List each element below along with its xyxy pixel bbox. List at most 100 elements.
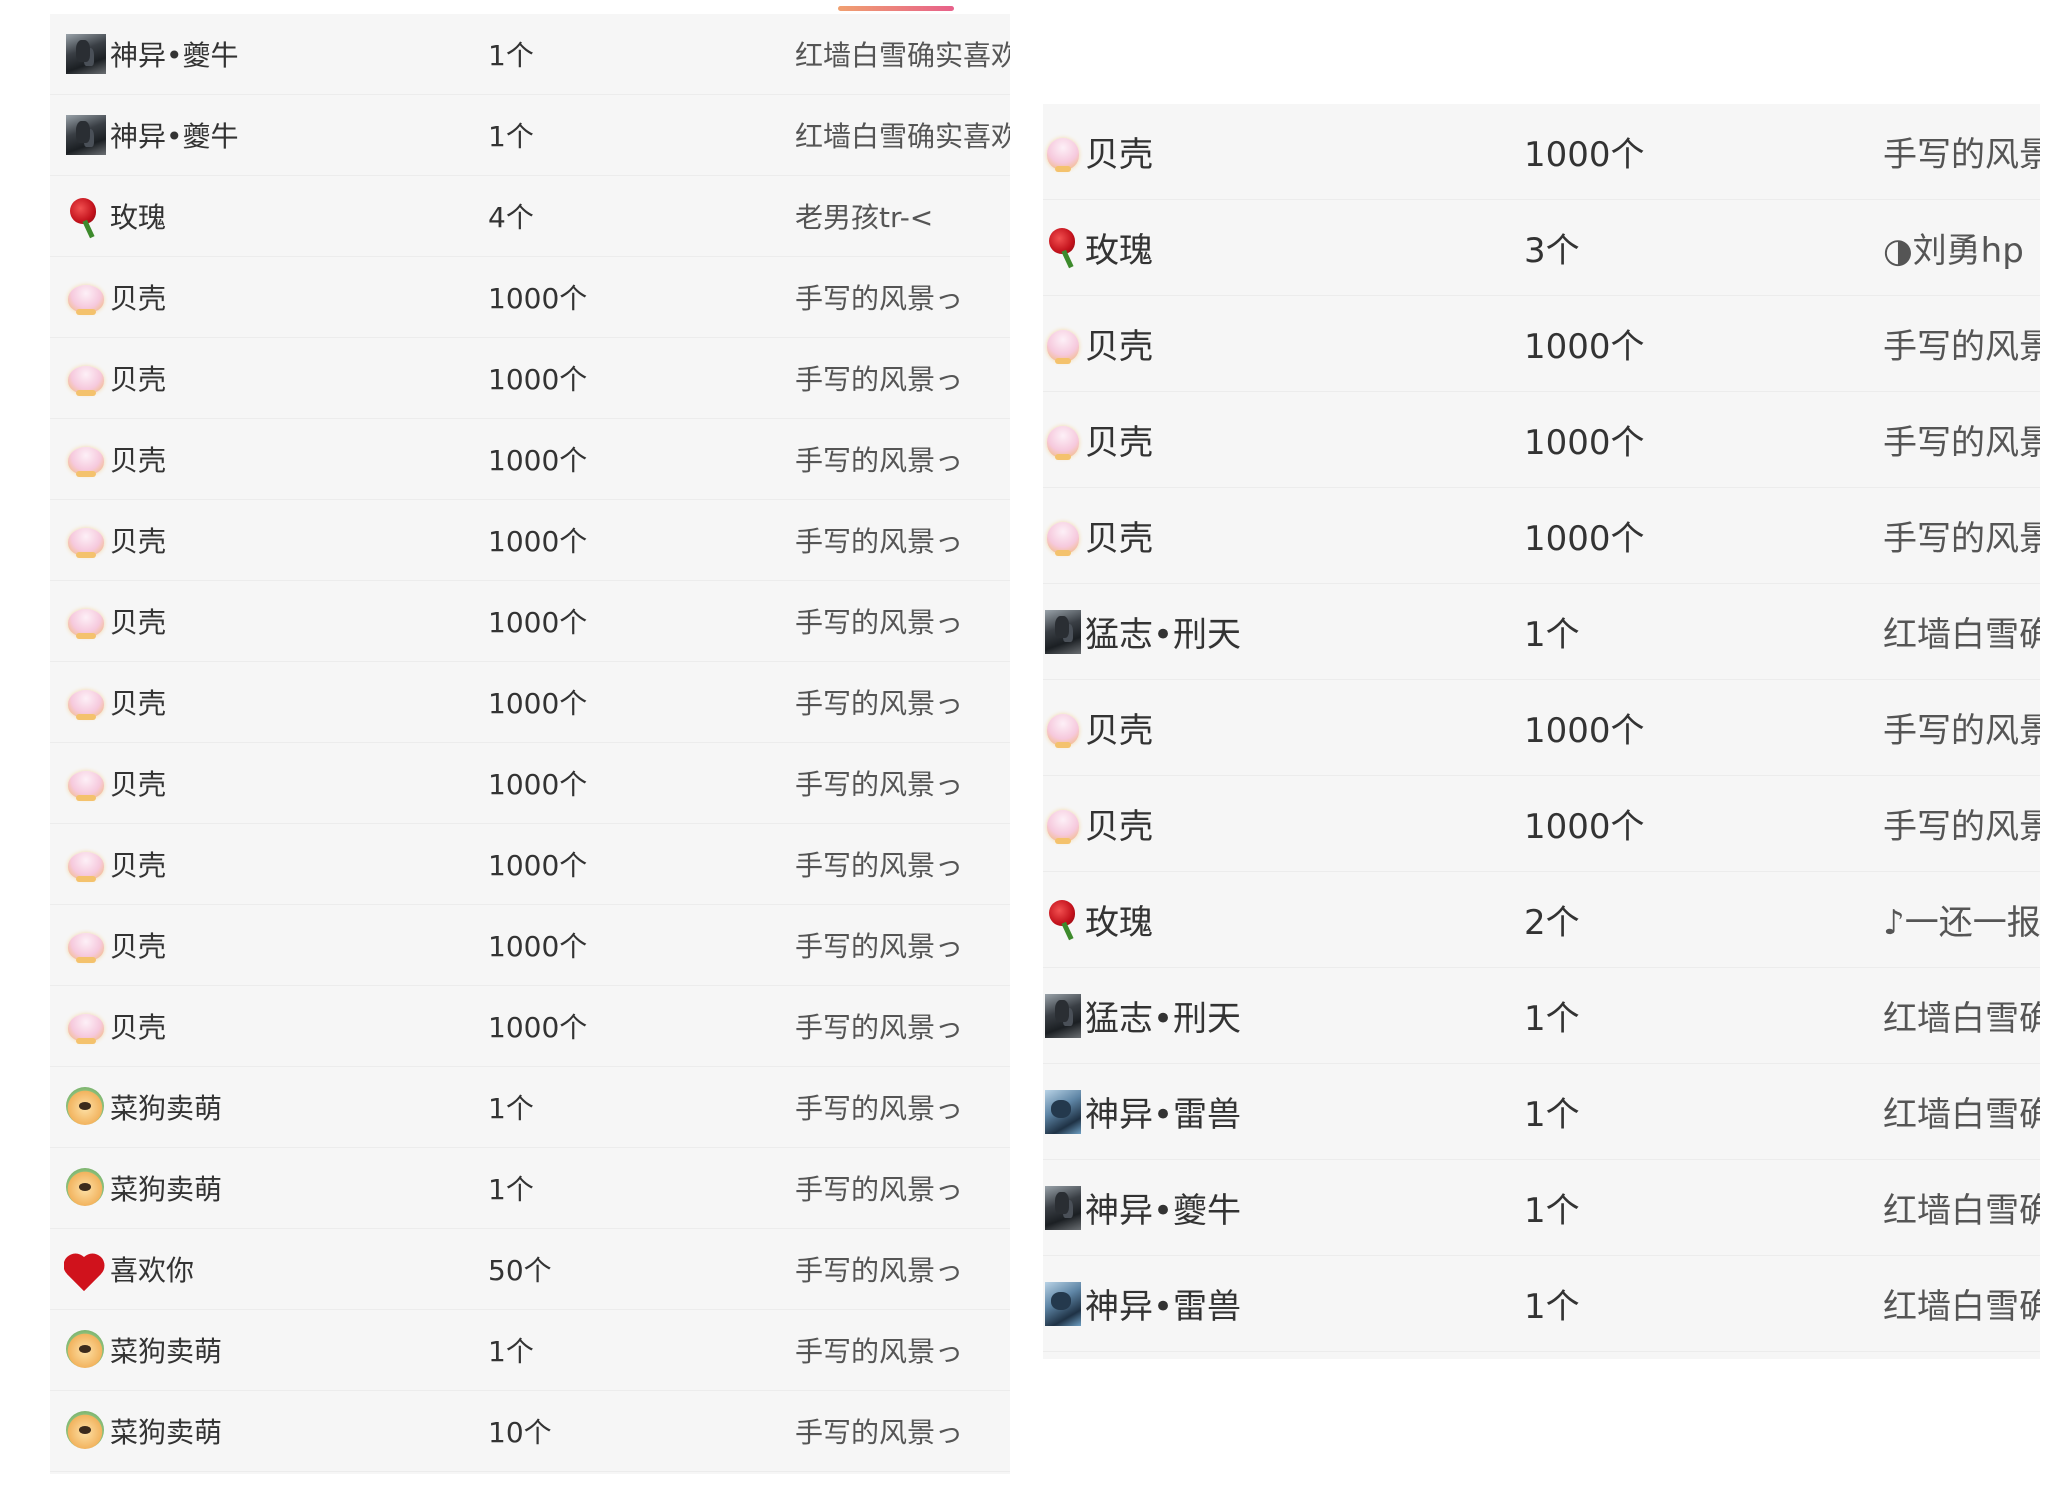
gift-row: 贝壳 1000个 手写的风景っ <box>50 257 1010 338</box>
gift-row: 菜狗卖萌 1个 手写的风景っ <box>50 1148 1010 1229</box>
gift-row: 贝壳 1000个 手写的风景っ <box>50 662 1010 743</box>
gift-name: 贝壳 <box>110 1011 167 1044</box>
gift-cell: 贝壳 <box>64 257 474 337</box>
gift-row: 贝壳 1000个 手写的风景 <box>1043 776 2040 872</box>
gift-quantity: 1000个 <box>488 930 588 963</box>
rose-icon <box>64 194 108 238</box>
gift-name: 菜狗卖萌 <box>110 1092 223 1125</box>
gift-name: 贝壳 <box>110 930 167 963</box>
sender-name: 红墙白雪确实喜欢 <box>795 120 1010 153</box>
gift-name: 菜狗卖萌 <box>110 1416 223 1449</box>
gift-name: 贝壳 <box>110 444 167 477</box>
dog-icon <box>64 1328 108 1372</box>
gift-name: 贝壳 <box>110 849 167 882</box>
gift-name: 玫瑰 <box>1085 903 1153 943</box>
sender-name: 手写的风景っ <box>795 525 964 558</box>
gift-row: 贝壳 1000个 手写的风景っ <box>50 905 1010 986</box>
gift-name: 贝壳 <box>1085 135 1153 175</box>
shell-icon <box>64 437 108 481</box>
sender-name: 手写的风景っ <box>795 1011 964 1044</box>
shell-icon <box>1043 704 1083 752</box>
warrior-icon <box>64 32 108 76</box>
gift-name: 贝壳 <box>110 363 167 396</box>
gift-quantity: 1000个 <box>488 444 588 477</box>
sender-name: 手写的风景 <box>1883 423 2040 463</box>
sender-name: 红墙白雪确 <box>1883 1287 2040 1327</box>
gift-row: 玫瑰 3个 ◑刘勇hp <box>1043 200 2040 296</box>
gift-quantity: 1个 <box>488 1335 534 1368</box>
gift-quantity: 1000个 <box>488 525 588 558</box>
gift-cell: 贝壳 <box>64 500 474 580</box>
gift-quantity: 1000个 <box>1524 711 1645 751</box>
gift-quantity: 50个 <box>488 1254 552 1287</box>
gift-name: 玫瑰 <box>110 201 167 234</box>
gift-cell: 神异•夔牛 <box>64 95 474 175</box>
gift-list-right: 贝壳 1000个 手写的风景 玫瑰 3个 ◑刘勇hp 贝壳 1000个 手写的风景 贝壳 1000个… <box>1043 104 2040 1359</box>
gift-row: 神异•雷兽 1个 红墙白雪确 <box>1043 1256 2040 1352</box>
accent-bar <box>838 6 954 11</box>
gift-cell: 贝壳 <box>64 905 474 985</box>
gift-cell: 玫瑰 <box>1043 872 1463 967</box>
gift-cell: 神异•夔牛 <box>64 14 474 94</box>
gift-name: 贝壳 <box>1085 711 1153 751</box>
sender-name: 红墙白雪确 <box>1883 1095 2040 1135</box>
gift-row: 神异•雷兽 1个 红墙白雪确 <box>1043 1064 2040 1160</box>
gift-quantity: 1000个 <box>488 849 588 882</box>
gift-cell: 贝壳 <box>64 824 474 904</box>
gift-cell: 喜欢你 <box>64 1229 474 1309</box>
sender-name: 手写的风景っ <box>795 1092 964 1125</box>
gift-cell: 贝壳 <box>64 581 474 661</box>
gift-name: 贝壳 <box>1085 519 1153 559</box>
gift-row: 贝壳 1000个 手写的风景っ <box>50 419 1010 500</box>
shell-icon <box>64 518 108 562</box>
gift-row: 贝壳 1000个 手写的风景 <box>1043 680 2040 776</box>
gift-cell: 贝壳 <box>64 986 474 1066</box>
gift-row: 菜狗卖萌 1个 手写的风景っ <box>50 1310 1010 1391</box>
gift-row: 玫瑰 4个 老男孩tr-< <box>50 176 1010 257</box>
sender-name: 手写的风景っ <box>795 1335 964 1368</box>
dog-icon <box>64 1085 108 1129</box>
gift-row: 贝壳 1000个 手写的风景っ <box>50 581 1010 662</box>
gift-row: 菜狗卖萌 1个 手写的风景っ <box>50 1067 1010 1148</box>
sender-name: 手写的风景 <box>1883 135 2040 175</box>
gift-row: 贝壳 1000个 手写的风景 <box>1043 488 2040 584</box>
gift-cell: 玫瑰 <box>1043 200 1463 295</box>
sender-name: 手写的风景っ <box>795 930 964 963</box>
sender-name: 手写的风景 <box>1883 519 2040 559</box>
rose-icon <box>1043 224 1083 272</box>
gift-cell: 菜狗卖萌 <box>64 1067 474 1147</box>
gift-row: 猛志•刑天 1个 红墙白雪确 <box>1043 968 2040 1064</box>
gift-row: 贝壳 1000个 手写的风景っ <box>50 986 1010 1067</box>
gift-cell: 菜狗卖萌 <box>64 1391 474 1471</box>
gift-name: 贝壳 <box>110 282 167 315</box>
gift-quantity: 1000个 <box>488 1011 588 1044</box>
gift-cell: 菜狗卖萌 <box>64 1310 474 1390</box>
gift-name: 贝壳 <box>110 606 167 639</box>
shell-icon <box>64 842 108 886</box>
gift-cell: 贝壳 <box>64 743 474 823</box>
gift-cell: 贝壳 <box>1043 296 1463 391</box>
gift-row: 贝壳 1000个 手写的风景っ <box>50 743 1010 824</box>
gift-quantity: 1000个 <box>1524 327 1645 367</box>
shell-icon <box>1043 416 1083 464</box>
sender-name: 手写的风景 <box>1883 807 2040 847</box>
gift-cell: 玫瑰 <box>64 176 474 256</box>
sender-name: 手写的风景 <box>1883 327 2040 367</box>
gift-row: 神异•夔牛 1个 红墙白雪确实喜欢 <box>50 95 1010 176</box>
gift-quantity: 1个 <box>1524 1287 1580 1327</box>
gift-name: 玫瑰 <box>1085 231 1153 271</box>
sender-name: 手写的风景っ <box>795 1254 964 1287</box>
shell-icon <box>1043 128 1083 176</box>
gift-name: 喜欢你 <box>110 1254 195 1287</box>
gift-name: 猛志•刑天 <box>1085 999 1242 1039</box>
sender-name: 手写的风景っ <box>795 282 964 315</box>
gift-name: 贝壳 <box>1085 807 1153 847</box>
gift-quantity: 1个 <box>1524 615 1580 655</box>
sender-name: 红墙白雪确 <box>1883 615 2040 655</box>
gift-quantity: 1000个 <box>488 768 588 801</box>
gift-name: 神异•雷兽 <box>1085 1287 1242 1327</box>
gift-cell: 神异•雷兽 <box>1043 1064 1463 1159</box>
sender-name: 手写的风景っ <box>795 1173 964 1206</box>
gift-row: 神异•夔牛 1个 红墙白雪确 <box>1043 1160 2040 1256</box>
beast-icon <box>1043 1088 1083 1136</box>
